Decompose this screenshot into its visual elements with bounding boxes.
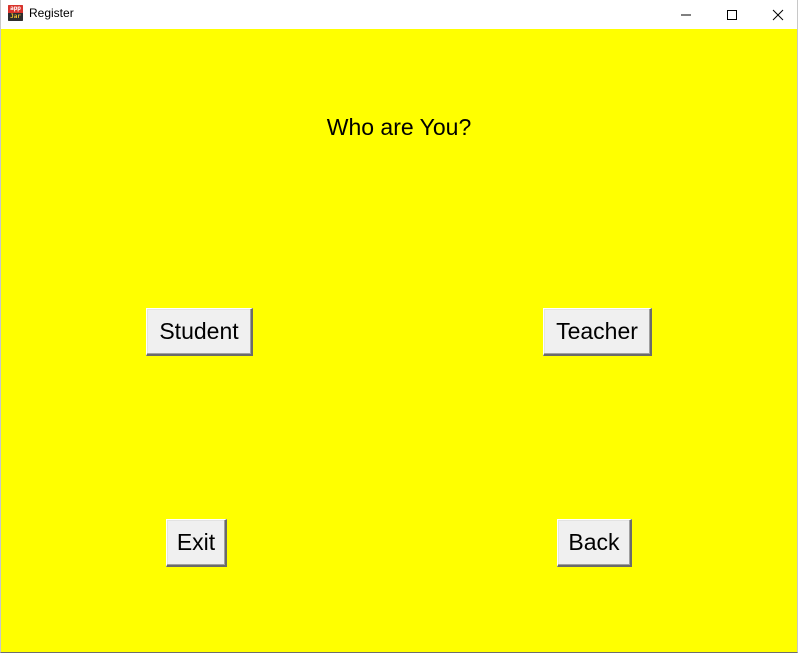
minimize-icon (681, 14, 691, 15)
title-bar[interactable]: app Jar Register (1, 0, 797, 29)
page-heading: Who are You? (326, 114, 472, 140)
student-button[interactable]: Student (146, 308, 253, 356)
app-icon-bottom-text: Jar (8, 13, 23, 21)
close-icon (772, 9, 784, 20)
back-button[interactable]: Back (557, 519, 632, 567)
window-title: Register (29, 6, 74, 20)
exit-button[interactable]: Exit (166, 519, 227, 567)
maximize-icon (727, 9, 737, 20)
teacher-button[interactable]: Teacher (543, 308, 652, 356)
close-button[interactable] (755, 0, 798, 29)
main-panel: Who are You? Student Teacher Exit Back (1, 29, 797, 652)
register-window: app Jar Register Who are You? Student Te… (0, 0, 798, 653)
app-jar-icon[interactable]: app Jar (8, 5, 23, 21)
app-icon-top-text: app (8, 5, 23, 13)
maximize-button[interactable] (709, 0, 755, 29)
minimize-button[interactable] (663, 0, 709, 29)
